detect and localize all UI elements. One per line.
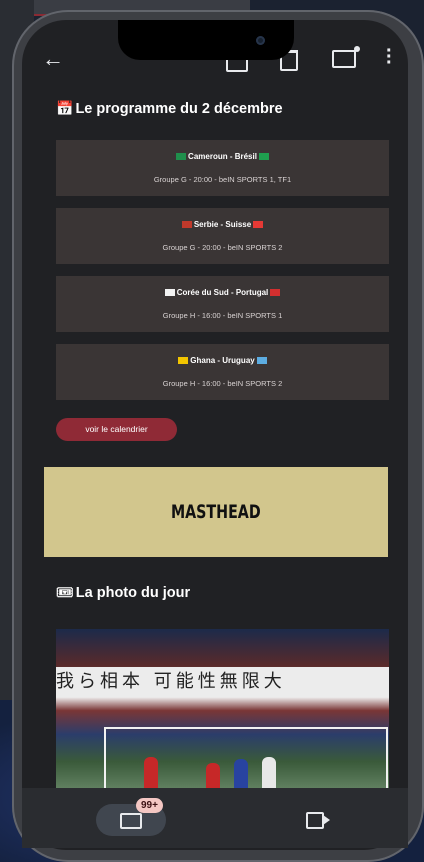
flag-icon — [253, 221, 264, 228]
match-teams: Cameroun - Brésil — [56, 152, 389, 161]
match-info: Groupe H - 16:00 - beIN SPORTS 1 — [162, 311, 283, 320]
camera-icon — [256, 36, 265, 45]
masthead-label: MASTHEAD — [171, 501, 261, 523]
video-icon[interactable] — [306, 812, 330, 829]
match-info: Groupe G - 20:00 - beIN SPORTS 2 — [162, 243, 283, 252]
mail-tab[interactable]: 99+ — [96, 798, 166, 836]
match-teams: Serbie - Suisse — [56, 220, 389, 229]
fan-banner: 我ら相本 可能性無限大 — [56, 667, 389, 697]
masthead-ad[interactable]: MASTHEAD — [44, 467, 388, 557]
flag-icon — [258, 153, 269, 160]
flag-icon — [176, 153, 187, 160]
bottom-navigation: 99+ — [22, 788, 408, 848]
match-card: Corée du Sud - Portugal Groupe H - 16:00… — [56, 276, 389, 332]
photo-of-the-day[interactable]: 我ら相本 可能性無限大 — [56, 629, 389, 799]
more-vertical-icon[interactable]: · · · — [386, 41, 393, 73]
match-teams: Corée du Sud - Portugal — [56, 288, 389, 297]
flag-icon — [178, 357, 189, 364]
match-info: Groupe H - 16:00 - beIN SPORTS 2 — [162, 379, 283, 388]
email-screen: 📅 Le programme du 2 décembre Cameroun - … — [22, 20, 408, 850]
match-info: Groupe G - 20:00 - beIN SPORTS 1, TF1 — [153, 175, 292, 184]
flag-icon — [164, 289, 175, 296]
flag-icon — [181, 221, 192, 228]
photo-heading: 🎟 La photo du jour — [56, 584, 190, 601]
phone-notch — [118, 20, 294, 60]
flag-icon — [270, 289, 281, 296]
flag-icon — [256, 357, 267, 364]
mark-unread-icon[interactable] — [332, 46, 360, 68]
match-teams: Ghana - Uruguay — [56, 356, 389, 365]
arrow-left-icon[interactable]: ← — [42, 46, 64, 72]
photo-title: La photo du jour — [75, 584, 191, 601]
calendar-button[interactable]: voir le calendrier — [56, 418, 177, 441]
unread-badge: 99+ — [136, 798, 163, 813]
ticket-icon: 🎟 — [56, 584, 74, 600]
mail-icon — [120, 813, 142, 829]
programme-heading: 📅 Le programme du 2 décembre — [56, 100, 283, 117]
match-card: Cameroun - Brésil Groupe G - 20:00 - beI… — [56, 140, 389, 196]
match-card: Ghana - Uruguay Groupe H - 16:00 - beIN … — [56, 344, 389, 400]
match-card: Serbie - Suisse Groupe G - 20:00 - beIN … — [56, 208, 389, 264]
calendar-icon: 📅 — [56, 100, 74, 116]
programme-title: Le programme du 2 décembre — [75, 100, 283, 117]
